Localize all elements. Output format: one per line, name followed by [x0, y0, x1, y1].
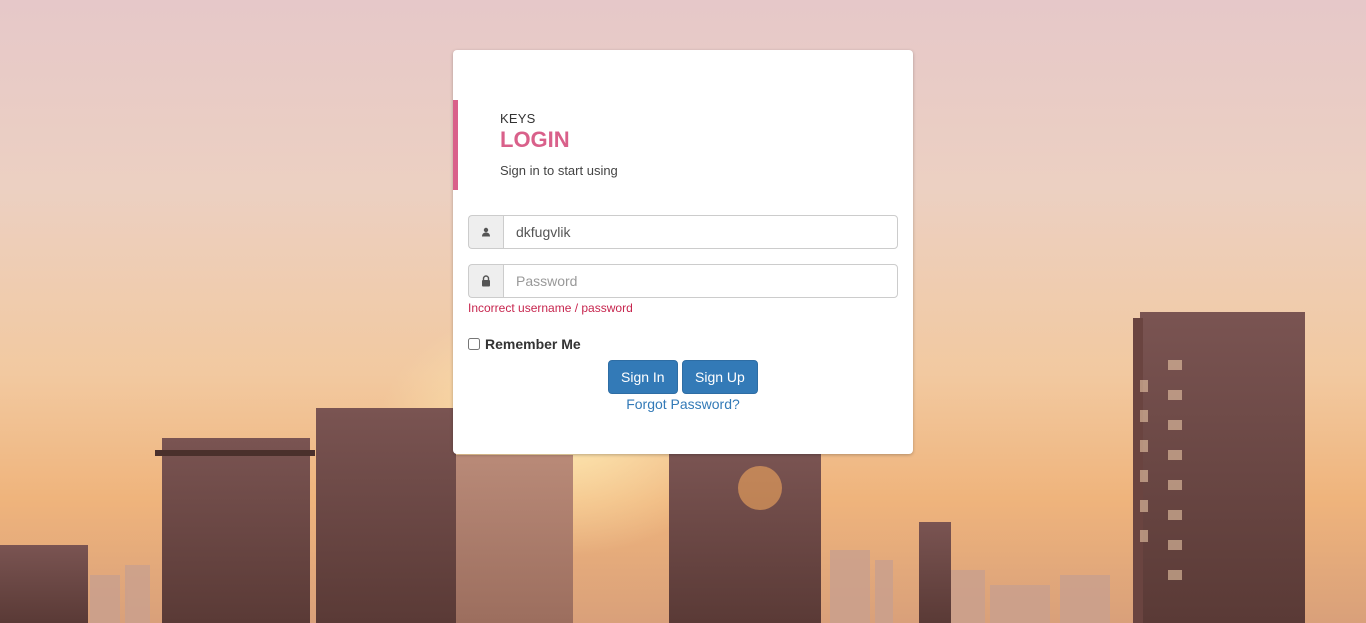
login-subtitle: Sign in to start using: [500, 163, 618, 178]
brand-label: KEYS: [500, 111, 536, 126]
lock-icon: [468, 264, 503, 298]
password-input[interactable]: [503, 264, 898, 298]
remember-me-label: Remember Me: [485, 336, 581, 352]
forgot-password-link[interactable]: Forgot Password?: [453, 396, 913, 412]
accent-bar: [453, 100, 458, 190]
remember-me-checkbox[interactable]: [468, 338, 480, 350]
password-group: [468, 264, 898, 298]
login-card: KEYS LOGIN Sign in to start using Incorr…: [453, 50, 913, 454]
username-group: [468, 215, 898, 249]
remember-me[interactable]: Remember Me: [468, 336, 581, 352]
login-title: LOGIN: [500, 127, 570, 152]
sign-in-button[interactable]: Sign In: [608, 360, 678, 394]
error-message: Incorrect username / password: [468, 301, 633, 315]
sign-up-button[interactable]: Sign Up: [682, 360, 758, 394]
username-input[interactable]: [503, 215, 898, 249]
user-icon: [468, 215, 503, 249]
